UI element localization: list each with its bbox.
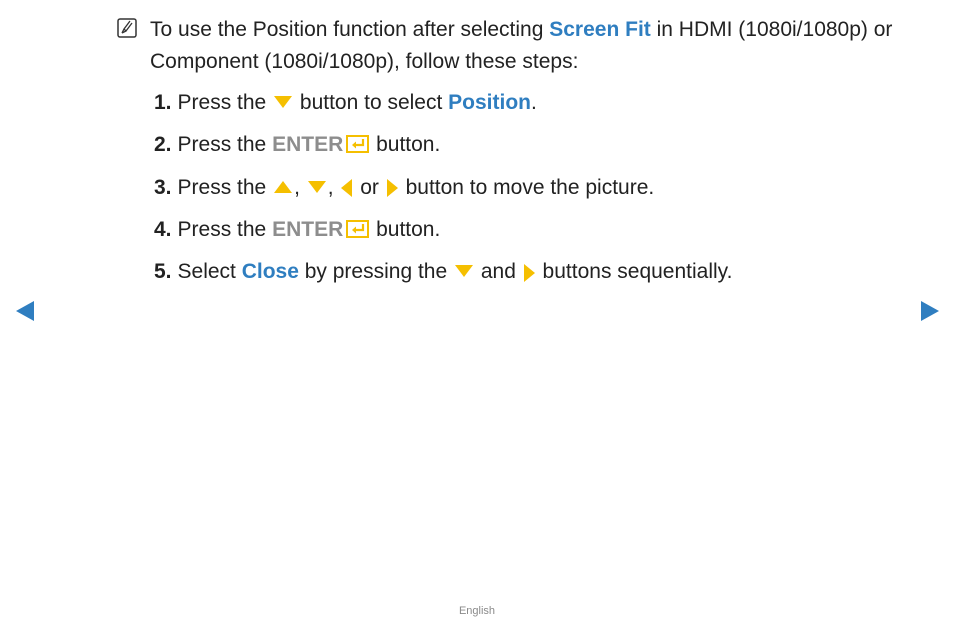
note-block: To use the Position function after selec… [117,14,917,78]
down-arrow-icon [307,180,326,193]
note-text: To use the Position function after selec… [150,18,893,73]
footer-language: English [458,605,496,617]
next-page-button[interactable] [921,301,939,321]
step-1: 1. Press the button to select Position. [154,91,537,114]
step-3: 3. Press the , , or button to move the pi… [154,175,655,199]
highlight-close: Close [241,260,299,284]
enter-icon [346,135,370,154]
step-4: 4. Press the ENTER button. [154,217,441,241]
left-arrow-icon [341,179,353,198]
right-arrow-icon [386,179,398,198]
step-2: 2. Press the ENTER button. [154,133,441,157]
previous-page-button[interactable] [16,301,34,321]
up-arrow-icon [274,180,293,193]
note-icon [117,18,137,38]
step-5: 5. Select Close by pressing the and butto… [154,260,733,284]
down-arrow-icon [274,95,293,108]
highlight-position: Position [448,91,532,114]
down-arrow-icon [455,265,473,278]
enter-label: ENTER [272,133,344,157]
enter-label: ENTER [272,217,344,241]
steps-list: 1. Press the button to select Position. 2… [154,88,732,299]
enter-icon [346,219,370,238]
right-arrow-icon [523,263,535,282]
highlight-screen-fit: Screen Fit [549,18,651,41]
